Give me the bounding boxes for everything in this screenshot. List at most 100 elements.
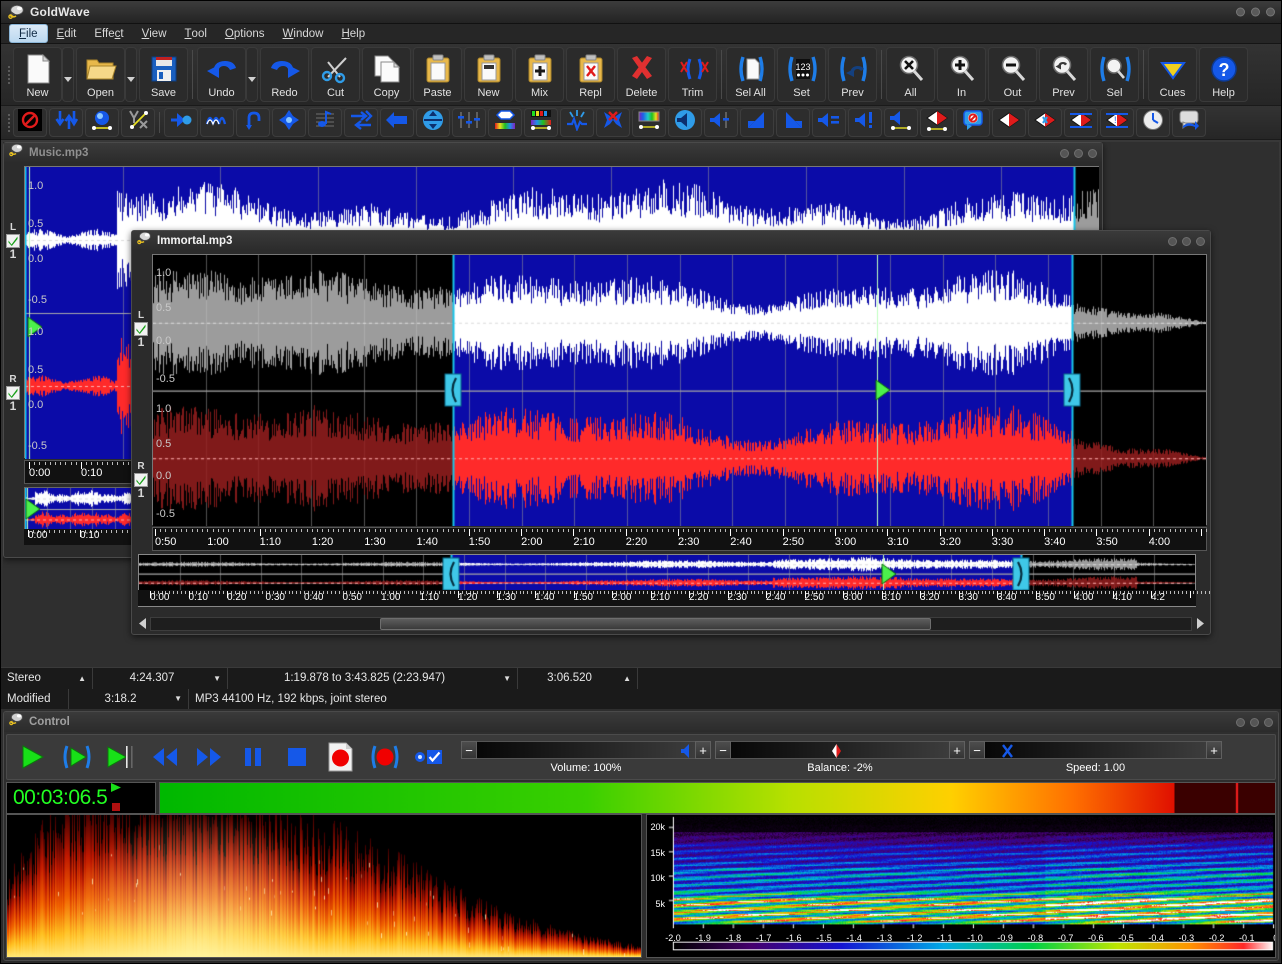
effect-button-stereo-warn[interactable]: !: [1100, 108, 1134, 137]
effect-button-maximize-volume[interactable]: [848, 108, 882, 137]
control-close-button[interactable]: [1264, 718, 1273, 727]
toolbar-button-delete-red-x-delete[interactable]: Delete: [617, 47, 666, 102]
status-length[interactable]: 4:24.307 ▼: [93, 668, 228, 689]
speed-handle[interactable]: [1001, 743, 1014, 764]
time-display[interactable]: 00:03:06.5: [6, 782, 156, 814]
effect-button-filter-graphic[interactable]: [488, 108, 522, 137]
rewind-button[interactable]: [143, 738, 187, 776]
effect-button-echo[interactable]: [236, 108, 270, 137]
pause-button[interactable]: [231, 738, 275, 776]
effect-button-volume-envelope[interactable]: [884, 108, 918, 137]
effect-button-resample[interactable]: [632, 108, 666, 137]
effect-button-pitch[interactable]: [308, 108, 342, 137]
speed-track[interactable]: [985, 741, 1206, 759]
toolbar-button-prev-zoom-previous[interactable]: Prev: [1039, 47, 1088, 102]
immortal-channel-left[interactable]: L 1: [132, 253, 150, 405]
spin-down-icon[interactable]: ▼: [213, 674, 221, 683]
menu-item-window[interactable]: Window: [274, 24, 333, 43]
toolbar-button-out-zoom-out[interactable]: Out: [988, 47, 1037, 102]
spin-down-icon[interactable]: ▼: [174, 694, 182, 703]
immortal-minimize-button[interactable]: [1168, 237, 1177, 246]
music-window-controls[interactable]: [1060, 149, 1097, 158]
menu-item-file[interactable]: File: [9, 24, 48, 43]
immortal-window-titlebar[interactable]: Immortal.mp3: [132, 231, 1210, 251]
effect-button-pop-click[interactable]: [596, 108, 630, 137]
music-maximize-button[interactable]: [1074, 149, 1083, 158]
toolbar-button-save-floppy-save[interactable]: Save: [139, 47, 188, 102]
effect-button-noise-reduction[interactable]: [560, 108, 594, 137]
menu-item-options[interactable]: Options: [216, 24, 274, 43]
music-close-button[interactable]: [1088, 149, 1097, 158]
effect-button-time-warp[interactable]: [344, 108, 378, 137]
control-maximize-button[interactable]: [1250, 718, 1259, 727]
toolbar-button-cut-scissors[interactable]: Cut: [311, 47, 360, 102]
play-from-cursor-button[interactable]: [99, 738, 143, 776]
effect-button-volume-shape[interactable]: [704, 108, 738, 137]
speed-increase-button[interactable]: +: [1206, 741, 1222, 759]
effect-button-pan-stereo[interactable]: [920, 108, 954, 137]
toolbar-button-mix-clipboard-mix[interactable]: Mix: [515, 47, 564, 102]
channel-checkbox[interactable]: [134, 473, 148, 487]
status-position[interactable]: 3:06.520 ▲: [518, 668, 638, 689]
spin-down-icon[interactable]: ▼: [503, 674, 511, 683]
channel-checkbox[interactable]: [6, 234, 20, 248]
play-selection-button[interactable]: [55, 738, 99, 776]
toolbar-button-help-help-question[interactable]: ?Help: [1199, 47, 1248, 102]
maximize-button[interactable]: [1251, 8, 1260, 17]
toolbar-button-all-zoom-all[interactable]: All: [886, 47, 935, 102]
balance-decrease-button[interactable]: −: [715, 741, 731, 759]
channel-checkbox[interactable]: [6, 386, 20, 400]
toolbar-button-repl-clipboard-replace[interactable]: Repl: [566, 47, 615, 102]
toolbar-button-set-set-selection-123[interactable]: 123Set: [777, 47, 826, 102]
status-remaining[interactable]: 3:18.2 ▼: [69, 689, 189, 710]
effect-button-stereo-swap[interactable]: [992, 108, 1026, 137]
toolbar-button-trim-trim-braces[interactable]: Trim: [668, 47, 717, 102]
toolbar-button-undo-undo-arrow[interactable]: Undo: [197, 47, 246, 102]
immortal-waveform-display[interactable]: 1.00.50.0-0.51.00.50.0-0.5: [152, 254, 1207, 525]
toolbar-button-sel-all-select-all[interactable]: Sel All: [726, 47, 775, 102]
effect-button-match-volume[interactable]: [812, 108, 846, 137]
effect-button-spectrum-filter[interactable]: [524, 108, 558, 137]
control-properties-button[interactable]: [407, 738, 451, 776]
spectrogram-visualizer[interactable]: 20k15k10k5k -2.0-1.9-1.8-1.7-1.6-1.5-1.4…: [646, 814, 1276, 958]
volume-track[interactable]: [477, 741, 695, 759]
toolbar-button-sel-zoom-selection[interactable]: Sel: [1090, 47, 1139, 102]
volume-increase-button[interactable]: +: [695, 741, 711, 759]
document-window-immortal[interactable]: Immortal.mp3 L 1: [131, 230, 1211, 635]
effect-button-stereo-reduce[interactable]: [1064, 108, 1098, 137]
speed-decrease-button[interactable]: −: [969, 741, 985, 759]
control-titlebar[interactable]: Control: [4, 712, 1278, 732]
effect-button-invert[interactable]: [416, 108, 450, 137]
effect-button-offset-left[interactable]: [380, 108, 414, 137]
toolbar-button-copy-copy-pages[interactable]: Copy: [362, 47, 411, 102]
effect-button-clock-time[interactable]: [1136, 108, 1170, 137]
music-minimize-button[interactable]: [1060, 149, 1069, 158]
menu-item-edit[interactable]: Edit: [48, 24, 86, 43]
effect-button-expander[interactable]: [121, 108, 155, 137]
minimize-button[interactable]: [1236, 8, 1245, 17]
effect-button-fade-out[interactable]: [776, 108, 810, 137]
scroll-thumb[interactable]: [380, 618, 931, 630]
volume-decrease-button[interactable]: −: [461, 741, 477, 759]
channel-checkbox[interactable]: [134, 322, 148, 336]
toolbar-button-in-zoom-in[interactable]: In: [937, 47, 986, 102]
record-new-button[interactable]: [319, 738, 363, 776]
immortal-hscrollbar[interactable]: [136, 615, 1206, 632]
scroll-track[interactable]: [150, 617, 1192, 631]
bar-spectrum-visualizer[interactable]: [6, 814, 642, 958]
effect-button-auto-gain[interactable]: [85, 108, 119, 137]
effect-button-fade-in[interactable]: [740, 108, 774, 137]
effect-button-channel-mixer[interactable]: [956, 108, 990, 137]
immortal-time-ruler[interactable]: 0:501:001:101:201:301:401:502:002:102:20…: [152, 527, 1207, 551]
balance-track[interactable]: [731, 741, 949, 759]
stop-button[interactable]: [275, 738, 319, 776]
slider-balance[interactable]: −+Balance: -2%: [715, 740, 965, 774]
effect-button-reverb[interactable]: [272, 108, 306, 137]
menu-item-tool[interactable]: Tool: [176, 24, 216, 43]
spin-up-icon[interactable]: ▲: [78, 674, 86, 683]
effect-button-equalizer[interactable]: [452, 108, 486, 137]
effect-button-dynamics[interactable]: [49, 108, 83, 137]
play-button[interactable]: [11, 738, 55, 776]
record-selection-button[interactable]: [363, 738, 407, 776]
close-button[interactable]: [1266, 8, 1275, 17]
